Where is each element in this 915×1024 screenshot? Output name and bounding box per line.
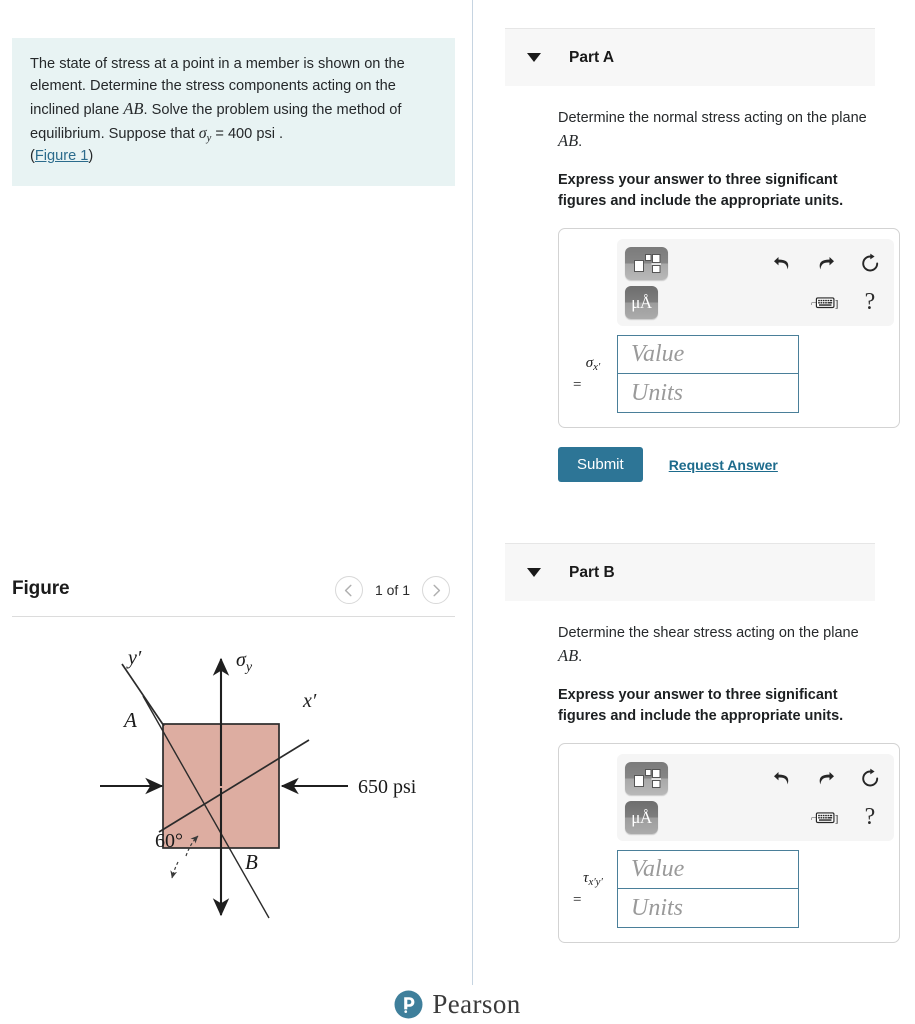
figure-label-sigma-y: σy <box>236 649 253 675</box>
part-a-plane: AB <box>558 131 579 151</box>
part-a-header[interactable]: Part A <box>505 28 875 86</box>
redo-icon[interactable] <box>811 769 841 787</box>
angle-arc-lower <box>170 861 179 879</box>
figure-navigation: 1 of 1 <box>334 576 450 604</box>
submit-button[interactable]: Submit <box>558 447 643 483</box>
help-icon[interactable]: ? <box>855 290 885 314</box>
problem-sigma-symbol: σ <box>198 124 207 142</box>
part-a-units-input[interactable]: Units <box>617 374 799 414</box>
figure-heading: Figure <box>12 578 70 599</box>
part-b-fields: τx′y′ = Value Units <box>569 850 889 929</box>
problem-value-text: = 400 psi . <box>211 125 284 142</box>
figure-prev-button[interactable] <box>334 576 363 604</box>
redo-icon[interactable] <box>811 254 841 272</box>
part-b-instruction: Express your answer to three significant… <box>558 687 844 725</box>
part-a-actions: Submit Request Answer <box>558 447 875 483</box>
collapse-caret-icon[interactable] <box>527 568 541 577</box>
part-a-answer-box: μÅ ⌐] ? σx′ = Value Units <box>558 228 900 429</box>
part-a-title: Part A <box>569 48 615 66</box>
part-a-math-toolbar: μÅ ⌐] ? <box>617 239 894 327</box>
part-b-plane: AB <box>558 646 579 666</box>
pearson-brand-text: Pearson <box>432 988 521 1019</box>
part-b-body: Determine the shear stress acting on the… <box>505 601 900 944</box>
paren-close: ) <box>88 148 94 165</box>
part-b-section: Part B Determine the shear stress acting… <box>505 543 900 944</box>
request-answer-link[interactable]: Request Answer <box>669 457 778 473</box>
chevron-right-icon <box>432 584 440 596</box>
figure-label-angle: 60° <box>155 830 183 852</box>
page-footer: Pearson <box>0 984 915 1024</box>
problem-plane-label: AB <box>123 99 144 119</box>
figure-label-a: A <box>122 708 137 732</box>
undo-icon[interactable] <box>767 254 797 272</box>
math-template-palette-icon[interactable] <box>625 246 668 280</box>
figure-next-button[interactable] <box>422 576 450 604</box>
part-b-question-post: . <box>578 649 583 666</box>
part-a-body: Determine the normal stress acting on th… <box>505 86 900 483</box>
part-b-math-toolbar: μÅ ⌐] ? <box>617 754 894 842</box>
part-b-answer-box: μÅ ⌐] ? τx′y′ = Value Units <box>558 743 900 944</box>
svg-text:]: ] <box>835 298 839 310</box>
part-b-header[interactable]: Part B <box>505 543 875 601</box>
part-a-section: Part A Determine the normal stress actin… <box>505 28 900 483</box>
toolbar-row-bottom: μÅ ⌐] ? <box>625 800 885 834</box>
keyboard-icon[interactable]: ⌐] <box>811 294 841 311</box>
toolbar-row-bottom: μÅ ⌐] ? <box>625 285 885 319</box>
part-a-answer-symbol: σx′ = <box>569 353 617 395</box>
toolbar-row-top <box>625 246 885 280</box>
chevron-left-icon <box>345 584 353 596</box>
part-a-question: Determine the normal stress acting on th… <box>558 108 870 153</box>
right-column: Part A Determine the normal stress actin… <box>473 0 915 1024</box>
part-b-symbol-sub: x′y′ <box>588 876 603 889</box>
units-palette-icon[interactable]: μÅ <box>625 285 658 319</box>
part-b-units-placeholder: Units <box>631 894 684 921</box>
figure-counter: 1 of 1 <box>374 582 410 598</box>
problem-statement: The state of stress at a point in a memb… <box>12 38 455 186</box>
collapse-caret-icon[interactable] <box>527 53 541 62</box>
keyboard-icon[interactable]: ⌐] <box>811 809 841 826</box>
figure-label-y-prime: y′ <box>126 647 142 669</box>
toolbar-row-top <box>625 761 885 795</box>
svg-text:]: ] <box>835 813 839 825</box>
figure-1-link[interactable]: Figure 1 <box>35 148 89 164</box>
part-a-fields: σx′ = Value Units <box>569 335 889 414</box>
part-a-value-placeholder: Value <box>631 341 685 368</box>
part-b-equals: = <box>573 891 582 908</box>
part-b-question-pre: Determine the shear stress acting on the… <box>558 625 859 641</box>
part-a-instruction: Express your answer to three significant… <box>558 172 844 210</box>
part-b-question: Determine the shear stress acting on the… <box>558 623 870 668</box>
part-a-units-placeholder: Units <box>631 379 684 406</box>
units-palette-icon[interactable]: μÅ <box>625 800 658 834</box>
part-a-question-pre: Determine the normal stress acting on th… <box>558 110 867 126</box>
figure-label-650-psi: 650 psi <box>358 776 417 798</box>
part-b-title: Part B <box>569 563 615 581</box>
part-b-value-placeholder: Value <box>631 856 685 883</box>
part-a-equals: = <box>573 376 582 393</box>
part-a-value-input[interactable]: Value <box>617 335 799 375</box>
problem-page: The state of stress at a point in a memb… <box>0 0 915 1024</box>
help-icon[interactable]: ? <box>855 805 885 829</box>
part-b-units-input[interactable]: Units <box>617 889 799 929</box>
figure-divider <box>12 616 455 617</box>
left-column: The state of stress at a point in a memb… <box>0 0 472 1024</box>
pearson-p-logo-icon <box>394 990 423 1018</box>
figure-label-x-prime: x′ <box>302 690 317 712</box>
stress-element-figure[interactable]: y′ x′ σy A B 60° 650 psi <box>12 628 455 948</box>
part-a-question-post: . <box>578 134 583 151</box>
units-palette-label: μÅ <box>631 292 652 312</box>
figure-label-b: B <box>245 850 258 874</box>
undo-icon[interactable] <box>767 769 797 787</box>
part-a-symbol-sub: x′ <box>593 361 601 374</box>
reset-icon[interactable] <box>855 768 885 789</box>
math-template-palette-icon[interactable] <box>625 761 668 795</box>
part-b-value-input[interactable]: Value <box>617 850 799 890</box>
part-a-symbol-base: σ <box>585 355 594 372</box>
units-palette-label: μÅ <box>631 807 652 827</box>
part-b-answer-symbol: τx′y′ = <box>569 868 617 910</box>
reset-icon[interactable] <box>855 253 885 274</box>
